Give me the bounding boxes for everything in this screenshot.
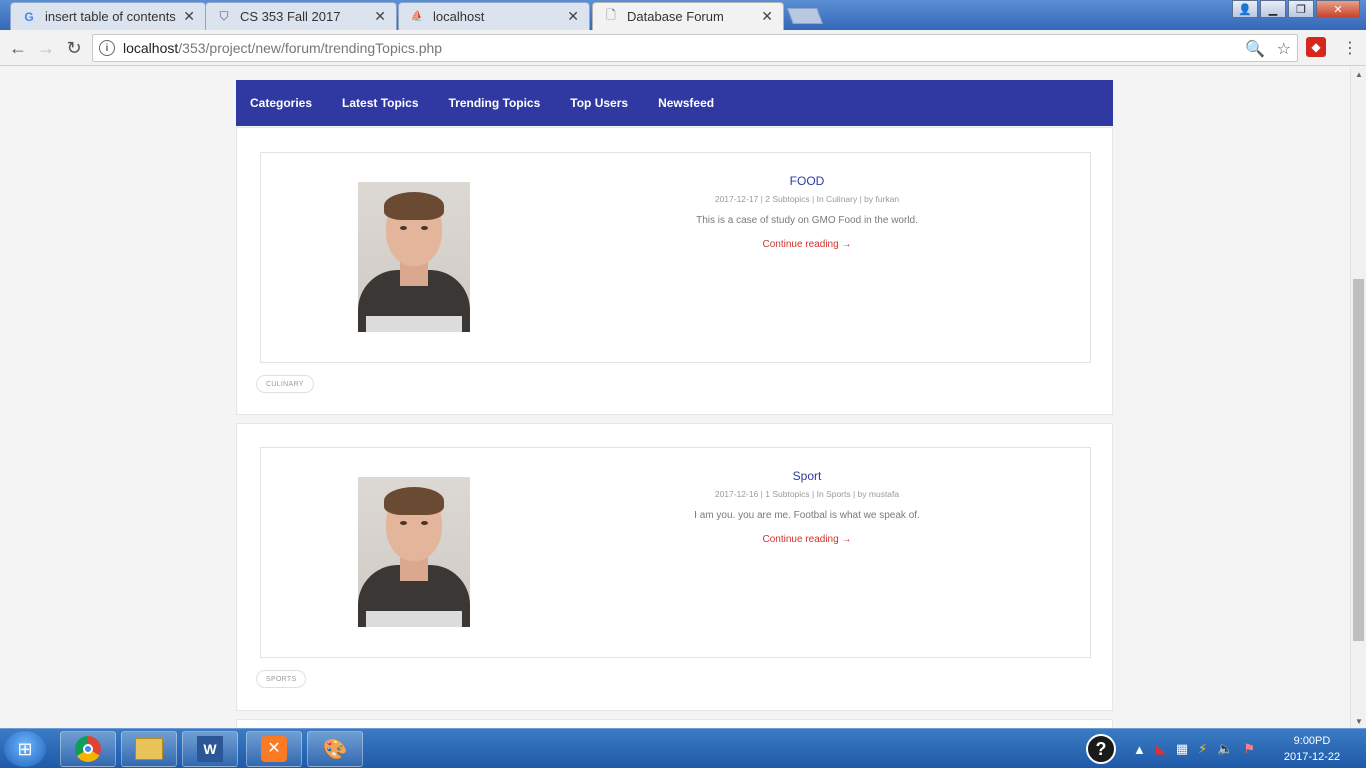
extension-icon[interactable]: ◆ bbox=[1306, 37, 1326, 57]
close-tab-icon[interactable]: ✕ bbox=[567, 8, 579, 25]
shield-icon: ⛉ bbox=[219, 9, 229, 23]
continue-reading-link[interactable]: Continue reading → bbox=[691, 534, 923, 545]
close-window-icon[interactable]: ✕ bbox=[1316, 0, 1360, 18]
scroll-down-icon[interactable]: ▼ bbox=[1351, 714, 1366, 728]
page-scrollbar[interactable]: ▲ ▼ bbox=[1350, 67, 1366, 728]
continue-reading-link[interactable]: Continue reading → bbox=[691, 239, 923, 250]
browser-toolbar: ← → ↻ i localhost/353/project/new/forum/… bbox=[0, 30, 1366, 66]
topic-meta: 2017-12-17 | 2 Subtopics | In Culinary |… bbox=[714, 194, 900, 204]
scrollbar-thumb[interactable] bbox=[1353, 279, 1364, 641]
phpmyadmin-icon: ⛵ bbox=[410, 11, 424, 22]
close-tab-icon[interactable]: ✕ bbox=[183, 8, 195, 25]
close-tab-icon[interactable]: ✕ bbox=[761, 8, 773, 25]
page-icon: 🗋 bbox=[606, 8, 616, 22]
browser-tab[interactable]: ⛵ localhost ✕ bbox=[398, 2, 590, 30]
topic-content-box: FOOD 2017-12-17 | 2 Subtopics | In Culin… bbox=[260, 152, 1091, 363]
nav-top-users[interactable]: Top Users bbox=[570, 96, 628, 110]
topic-content-box: Sport 2017-12-16 | 1 Subtopics | In Spor… bbox=[260, 447, 1091, 658]
author-photo bbox=[358, 182, 470, 332]
topic-card bbox=[236, 719, 1113, 728]
back-icon[interactable]: ← bbox=[6, 36, 30, 60]
paint-taskbar-icon[interactable]: 🎨 bbox=[307, 731, 363, 767]
device-icon[interactable]: ▦ bbox=[1176, 741, 1188, 757]
browser-tab-active[interactable]: 🗋 Database Forum ✕ bbox=[592, 2, 784, 30]
topic-title[interactable]: FOOD bbox=[691, 174, 923, 188]
topic-excerpt: I am you. you are me. Footbal is what we… bbox=[694, 510, 920, 521]
start-button[interactable]: ⊞ bbox=[4, 731, 46, 767]
nav-newsfeed[interactable]: Newsfeed bbox=[658, 96, 714, 110]
browser-tab[interactable]: ⛉ CS 353 Fall 2017 ✕ bbox=[205, 2, 397, 30]
forward-icon[interactable]: → bbox=[34, 36, 58, 60]
maximize-icon[interactable]: ❐ bbox=[1288, 0, 1314, 18]
forum-nav-bar: Categories Latest Topics Trending Topics… bbox=[236, 80, 1113, 126]
nav-trending-topics[interactable]: Trending Topics bbox=[449, 96, 541, 110]
system-clock[interactable]: 9:00PD 2017-12-22 bbox=[1276, 733, 1348, 765]
windows-taskbar: ⊞ W ✕ 🎨 ? ▲ ◣ ▦ ⚡ 🔈 ⚑ 9:00PD 2017-12-22 bbox=[0, 728, 1366, 768]
scroll-up-icon[interactable]: ▲ bbox=[1351, 67, 1366, 81]
explorer-taskbar-icon[interactable] bbox=[121, 731, 177, 767]
browser-tab-strip: G insert table of contents w ✕ ⛉ CS 353 … bbox=[0, 0, 1366, 30]
reload-icon[interactable]: ↻ bbox=[62, 36, 86, 60]
page-viewport: Categories Latest Topics Trending Topics… bbox=[0, 67, 1350, 728]
topic-card: Sport 2017-12-16 | 1 Subtopics | In Spor… bbox=[236, 423, 1113, 711]
word-taskbar-icon[interactable]: W bbox=[182, 731, 238, 767]
author-photo bbox=[358, 477, 470, 627]
menu-icon[interactable]: ⋮ bbox=[1342, 38, 1358, 58]
category-tag[interactable]: CULINARY bbox=[256, 375, 314, 393]
browser-tab[interactable]: G insert table of contents w ✕ bbox=[10, 2, 206, 30]
close-tab-icon[interactable]: ✕ bbox=[374, 8, 386, 25]
clock-date: 2017-12-22 bbox=[1283, 751, 1341, 763]
user-icon[interactable]: 👤 bbox=[1232, 0, 1258, 18]
google-icon: G bbox=[24, 9, 34, 24]
new-tab-button[interactable] bbox=[787, 8, 823, 24]
chrome-taskbar-icon[interactable] bbox=[60, 731, 116, 767]
topic-meta: 2017-12-16 | 1 Subtopics | In Sports | b… bbox=[714, 489, 900, 499]
window-controls: 👤 ▁ ❐ ✕ bbox=[1230, 0, 1360, 18]
system-tray: ▲ ◣ ▦ ⚡ 🔈 ⚑ bbox=[1128, 729, 1260, 768]
category-tag[interactable]: SPORTS bbox=[256, 670, 307, 688]
address-bar[interactable]: i localhost/353/project/new/forum/trendi… bbox=[92, 34, 1298, 62]
topic-title[interactable]: Sport bbox=[691, 469, 923, 483]
power-icon[interactable]: ⚡ bbox=[1198, 741, 1207, 757]
zoom-icon[interactable]: 🔍 bbox=[1245, 39, 1265, 59]
volume-icon[interactable]: 🔈 bbox=[1217, 741, 1233, 757]
show-hidden-icons-icon[interactable]: ▲ bbox=[1133, 742, 1146, 757]
minimize-icon[interactable]: ▁ bbox=[1260, 0, 1286, 18]
info-icon[interactable]: i bbox=[99, 40, 115, 56]
antivirus-icon[interactable]: ◣ bbox=[1156, 741, 1166, 757]
nav-categories[interactable]: Categories bbox=[250, 96, 312, 110]
xampp-taskbar-icon[interactable]: ✕ bbox=[246, 731, 302, 767]
star-icon[interactable]: ☆ bbox=[1277, 39, 1291, 59]
topic-excerpt: This is a case of study on GMO Food in t… bbox=[696, 215, 918, 226]
help-icon[interactable]: ? bbox=[1086, 734, 1116, 764]
nav-latest-topics[interactable]: Latest Topics bbox=[342, 96, 418, 110]
network-icon[interactable]: ⚑ bbox=[1244, 741, 1256, 757]
clock-time: 9:00PD bbox=[1293, 735, 1331, 747]
topic-card: FOOD 2017-12-17 | 2 Subtopics | In Culin… bbox=[236, 127, 1113, 415]
